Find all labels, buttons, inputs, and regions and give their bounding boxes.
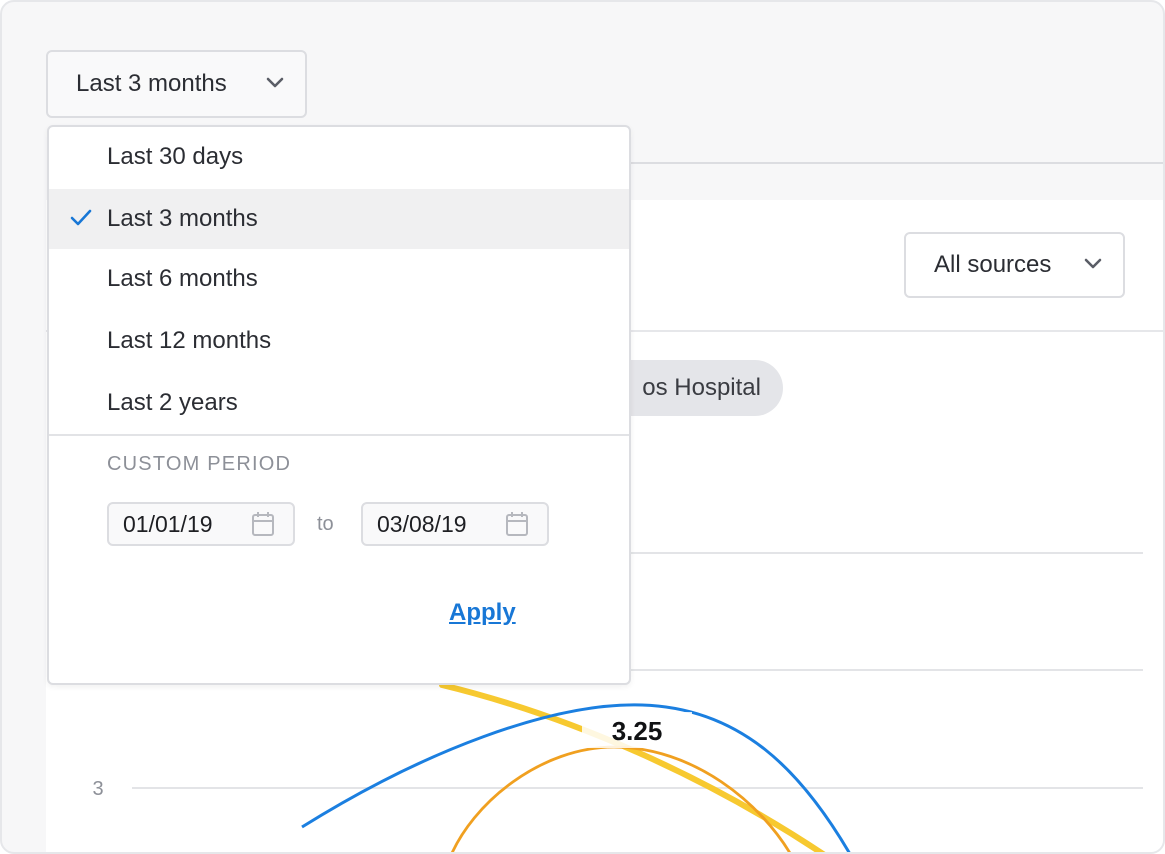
data-label: 3.25 <box>612 716 663 746</box>
to-label: to <box>317 513 334 535</box>
calendar-icon[interactable] <box>505 511 529 537</box>
dropdown-option-label: Last 3 months <box>107 205 258 232</box>
to-date-value: 03/08/19 <box>377 510 467 537</box>
period-dropdown-menu: Last 30 days Last 3 months Last 6 months… <box>47 125 631 685</box>
dropdown-divider <box>49 434 629 436</box>
app-frame: Last 3 months All sources os Hospital 3 … <box>0 0 1165 854</box>
dropdown-option-last-30-days[interactable]: Last 30 days <box>49 127 629 187</box>
to-date-input[interactable]: 03/08/19 <box>361 502 549 546</box>
dropdown-option-label: Last 12 months <box>107 327 272 354</box>
from-date-value: 01/01/19 <box>123 510 213 537</box>
custom-period-heading: CUSTOM PERIOD <box>107 453 292 475</box>
from-date-input[interactable]: 01/01/19 <box>107 502 295 546</box>
dropdown-option-label: Last 30 days <box>107 143 244 170</box>
dropdown-option-last-12-months[interactable]: Last 12 months <box>49 311 629 371</box>
dropdown-option-label: Last 6 months <box>107 265 258 292</box>
dropdown-option-label: Last 2 years <box>107 389 238 416</box>
series-orange-line <box>451 745 791 852</box>
dropdown-option-last-2-years[interactable]: Last 2 years <box>49 373 629 433</box>
apply-button[interactable]: Apply <box>449 599 516 627</box>
calendar-icon[interactable] <box>251 511 275 537</box>
dropdown-option-last-3-months[interactable]: Last 3 months <box>49 189 629 249</box>
y-tick-label: 3 <box>92 778 103 800</box>
checkmark-icon <box>70 209 92 226</box>
dropdown-option-last-6-months[interactable]: Last 6 months <box>49 249 629 309</box>
